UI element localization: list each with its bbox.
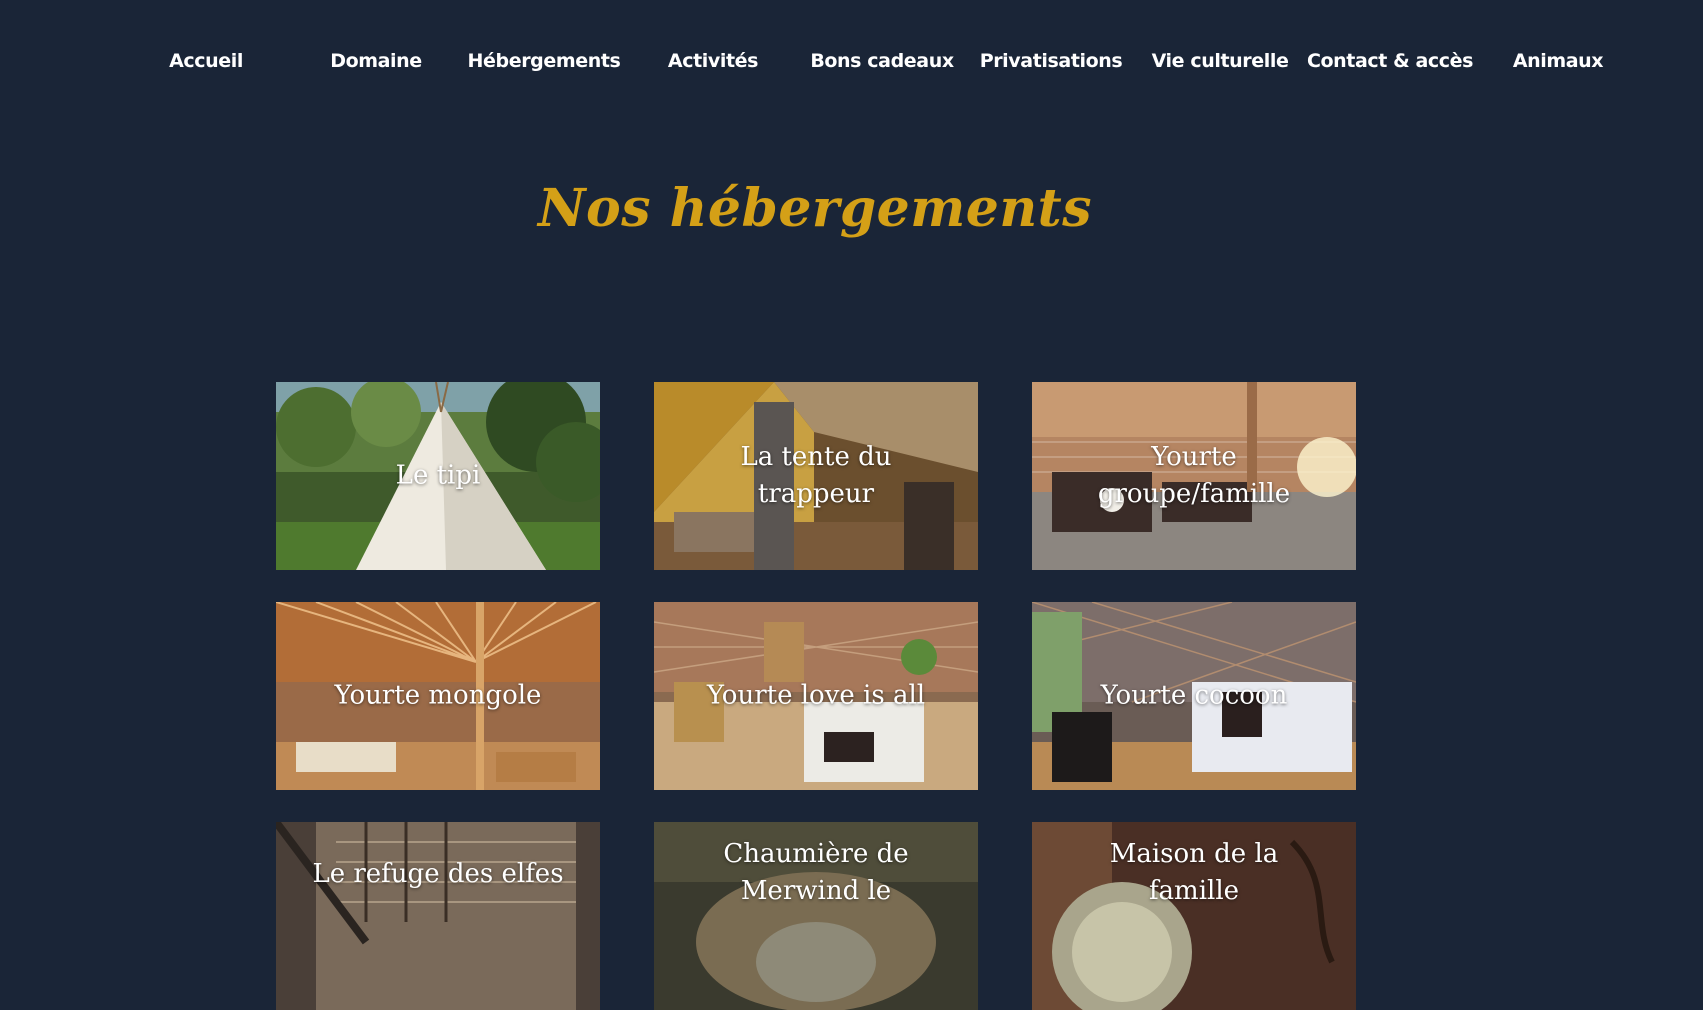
card-yourte-cocoon[interactable]: Yourte cocoon	[1032, 602, 1356, 790]
card-label: Maison de la famille	[1109, 839, 1279, 906]
nav-vie-culturelle[interactable]: Vie culturelle	[1140, 42, 1300, 80]
card-yourte-mongole[interactable]: Yourte mongole	[276, 602, 600, 790]
card-label: Yourte cocoon	[1100, 680, 1288, 711]
card-refuge-elfes[interactable]: Le refuge des elfes	[276, 822, 600, 1010]
card-tente-trappeur[interactable]: La tente du trappeur	[654, 382, 978, 570]
card-tipi[interactable]: Le tipi	[276, 382, 600, 570]
card-label: La tente du trappeur	[740, 442, 892, 509]
card-label: Yourte groupe/famille	[1097, 442, 1291, 509]
nav-contact-acces[interactable]: Contact & accès	[1304, 42, 1476, 80]
nav-animaux[interactable]: Animaux	[1498, 42, 1618, 80]
card-label: Yourte love is all	[706, 680, 926, 711]
card-yourte-groupe[interactable]: Yourte groupe/famille	[1032, 382, 1356, 570]
card-yourte-love[interactable]: Yourte love is all	[654, 602, 978, 790]
nav-domaine[interactable]: Domaine	[316, 42, 436, 80]
page-title: Nos hébergements	[538, 178, 1092, 239]
elf-refuge-photo	[276, 822, 600, 1010]
nav-bons-cadeaux[interactable]: Bons cadeaux	[802, 42, 962, 80]
nav-accueil[interactable]: Accueil	[146, 42, 266, 80]
nav-hebergements[interactable]: Hébergements	[464, 42, 624, 80]
card-label: Le tipi	[395, 460, 481, 491]
card-label: Chaumière de Merwind le	[723, 839, 909, 906]
card-chaumiere-merwind[interactable]: Chaumière de Merwind le	[654, 822, 978, 1010]
main-nav: Accueil Domaine Hébergements Activités B…	[0, 42, 1703, 80]
card-label: Le refuge des elfes	[312, 859, 564, 889]
nav-activites[interactable]: Activités	[653, 42, 773, 80]
nav-privatisations[interactable]: Privatisations	[971, 42, 1131, 80]
card-label: Yourte mongole	[334, 680, 542, 711]
card-maison-famille[interactable]: Maison de la famille	[1032, 822, 1356, 1010]
